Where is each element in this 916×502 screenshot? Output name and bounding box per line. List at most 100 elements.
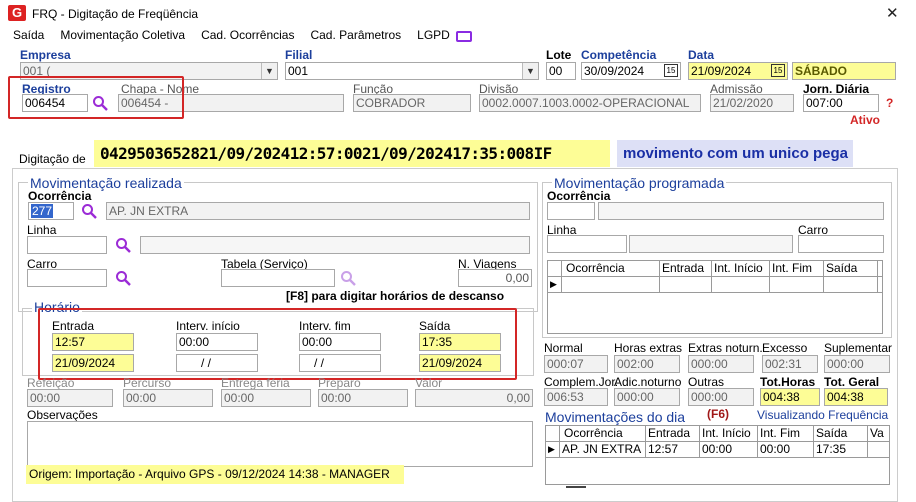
refeicao-label: Refeição bbox=[27, 376, 75, 390]
competencia-label: Competência bbox=[581, 48, 657, 62]
horas-extras-display: 002:00 bbox=[614, 355, 680, 373]
programada-col-int-fim[interactable]: Int. Fim bbox=[770, 261, 824, 276]
nviagens-input[interactable]: 0,00 bbox=[458, 269, 532, 287]
tot-horas-label: Tot.Horas bbox=[760, 375, 816, 389]
programada-col-ocorrencia[interactable]: Ocorrência bbox=[562, 261, 660, 276]
banner-note: movimento com um unico pega bbox=[617, 140, 853, 167]
programada-col-int-inicio[interactable]: Int. Início bbox=[712, 261, 770, 276]
dia-col-saida[interactable]: Saída bbox=[814, 426, 868, 441]
preparo-input: 00:00 bbox=[318, 389, 408, 407]
dia-grid[interactable]: Ocorrência Entrada Int. Início Int. Fim … bbox=[545, 425, 890, 485]
dia-title: Movimentações do dia bbox=[545, 409, 686, 425]
horario-highlight bbox=[38, 308, 517, 380]
linha-input[interactable] bbox=[27, 236, 107, 254]
calendar-icon[interactable]: 15 bbox=[664, 64, 678, 77]
filial-select[interactable]: 001 ▼ bbox=[285, 62, 539, 80]
dia-col-int-fim[interactable]: Int. Fim bbox=[758, 426, 814, 441]
lote-input[interactable]: 00 bbox=[546, 62, 576, 80]
horas-extras-label: Horas extras bbox=[614, 341, 683, 355]
ocorrencia-label: Ocorrência bbox=[28, 189, 92, 203]
table-row[interactable]: ▶ AP. JN EXTRA 12:57 00:00 00:00 17:35 bbox=[546, 442, 889, 458]
extras-noturn-display: 000:00 bbox=[688, 355, 754, 373]
divisao-display: 0002.0007.1003.0002-OPERACIONAL bbox=[479, 94, 701, 112]
menu-bar: Saída Movimentação Coletiva Cad. Ocorrên… bbox=[13, 27, 488, 43]
dia-shortcut: (F6) bbox=[707, 407, 729, 421]
monitor-icon[interactable] bbox=[455, 30, 472, 42]
calendar-icon[interactable]: 15 bbox=[771, 64, 785, 77]
programada-col-entrada[interactable]: Entrada bbox=[660, 261, 712, 276]
programada-carro-input bbox=[798, 235, 884, 253]
programada-ocorrencia-input bbox=[547, 202, 595, 220]
jornada-input[interactable]: 007:00 bbox=[803, 94, 879, 112]
funcao-display: COBRADOR bbox=[353, 94, 471, 112]
search-icon[interactable] bbox=[115, 237, 131, 253]
window-title: FRQ - Digitação de Freqüência bbox=[32, 7, 199, 21]
entrega-label: Entrega féria bbox=[221, 376, 290, 390]
valor-label: Valor bbox=[415, 376, 443, 390]
menu-item-cad-parametros[interactable]: Cad. Parâmetros bbox=[310, 28, 401, 42]
empresa-label: Empresa bbox=[20, 48, 71, 62]
menu-item-lgpd[interactable]: LGPD bbox=[417, 28, 450, 42]
entrega-input: 00:00 bbox=[221, 389, 311, 407]
registro-highlight bbox=[8, 76, 184, 119]
observacoes-textarea[interactable] bbox=[27, 421, 533, 467]
complem-label: Complem.Jor. bbox=[544, 375, 619, 389]
linha-label: Linha bbox=[27, 223, 57, 237]
f8-hint: [F8] para digitar horários de descanso bbox=[286, 289, 505, 303]
chevron-down-icon[interactable]: ▼ bbox=[261, 63, 277, 79]
row-pointer-icon: ▶ bbox=[546, 442, 560, 457]
admissao-display: 21/02/2020 bbox=[710, 94, 794, 112]
carro-input[interactable] bbox=[27, 269, 107, 287]
programada-ocorrencia-label: Ocorrência bbox=[547, 189, 611, 203]
close-icon[interactable]: ✕ bbox=[886, 4, 899, 22]
excesso-label: Excesso bbox=[762, 341, 808, 355]
tot-horas-display: 004:38 bbox=[760, 388, 820, 406]
search-icon[interactable] bbox=[115, 270, 131, 286]
status-badge: Ativo bbox=[850, 113, 880, 127]
tab-digitacao[interactable]: Digitação de bbox=[19, 152, 86, 166]
dia-col-int-inicio[interactable]: Int. Início bbox=[700, 426, 758, 441]
programada-col-saida[interactable]: Saída bbox=[824, 261, 878, 276]
tabela-input[interactable] bbox=[221, 269, 335, 287]
normal-display: 000:07 bbox=[544, 355, 608, 373]
outras-display: 000:00 bbox=[688, 388, 754, 406]
app-logo-icon: G bbox=[8, 5, 26, 21]
search-icon[interactable] bbox=[340, 270, 356, 286]
excesso-display: 002:31 bbox=[762, 355, 818, 373]
preparo-label: Preparo bbox=[318, 376, 361, 390]
row-pointer-icon: ▶ bbox=[548, 277, 562, 292]
observacoes-label: Observações bbox=[27, 408, 98, 422]
lote-label: Lote bbox=[546, 48, 572, 62]
search-icon[interactable] bbox=[81, 203, 97, 219]
percurso-input: 00:00 bbox=[123, 389, 213, 407]
ocorrencia-code-input[interactable]: 277 bbox=[28, 202, 74, 220]
data-input[interactable]: 21/09/2024 15 bbox=[688, 62, 788, 80]
suplementar-label: Suplementar bbox=[824, 341, 893, 355]
programada-grid[interactable]: Ocorrência Entrada Int. Início Int. Fim … bbox=[547, 260, 883, 334]
menu-item-movimentacao-coletiva[interactable]: Movimentação Coletiva bbox=[60, 28, 185, 42]
linha-description bbox=[140, 236, 530, 254]
ocorrencia-description: AP. JN EXTRA bbox=[106, 202, 530, 220]
dia-col-va[interactable]: Va bbox=[868, 426, 889, 441]
menu-item-saida[interactable]: Saída bbox=[13, 28, 44, 42]
weekday-display: SÁBADO bbox=[792, 62, 896, 80]
suplementar-display: 000:00 bbox=[824, 355, 890, 373]
dia-col-ocorrencia[interactable]: Ocorrência bbox=[560, 426, 646, 441]
competencia-input[interactable]: 30/09/2024 15 bbox=[581, 62, 681, 80]
tot-geral-display: 004:38 bbox=[824, 388, 888, 406]
menu-item-cad-ocorrencias[interactable]: Cad. Ocorrências bbox=[201, 28, 294, 42]
percurso-label: Percurso bbox=[123, 376, 172, 390]
valor-input: 0,00 bbox=[415, 389, 533, 407]
horizontal-scrollbar[interactable] bbox=[566, 486, 586, 488]
visualizando-frequencia-link[interactable]: Visualizando Frequência bbox=[757, 408, 888, 422]
adic-noturno-label: Adic.noturno bbox=[614, 375, 682, 389]
data-label: Data bbox=[688, 48, 715, 62]
filial-label: Filial bbox=[285, 48, 313, 62]
table-row[interactable]: ▶ bbox=[548, 277, 882, 293]
programada-ocorrencia-description bbox=[598, 202, 884, 220]
help-icon[interactable]: ? bbox=[886, 96, 893, 110]
outras-label: Outras bbox=[688, 375, 725, 389]
dia-col-entrada[interactable]: Entrada bbox=[646, 426, 700, 441]
chevron-down-icon[interactable]: ▼ bbox=[522, 63, 538, 79]
adic-noturno-display: 000:00 bbox=[614, 388, 680, 406]
